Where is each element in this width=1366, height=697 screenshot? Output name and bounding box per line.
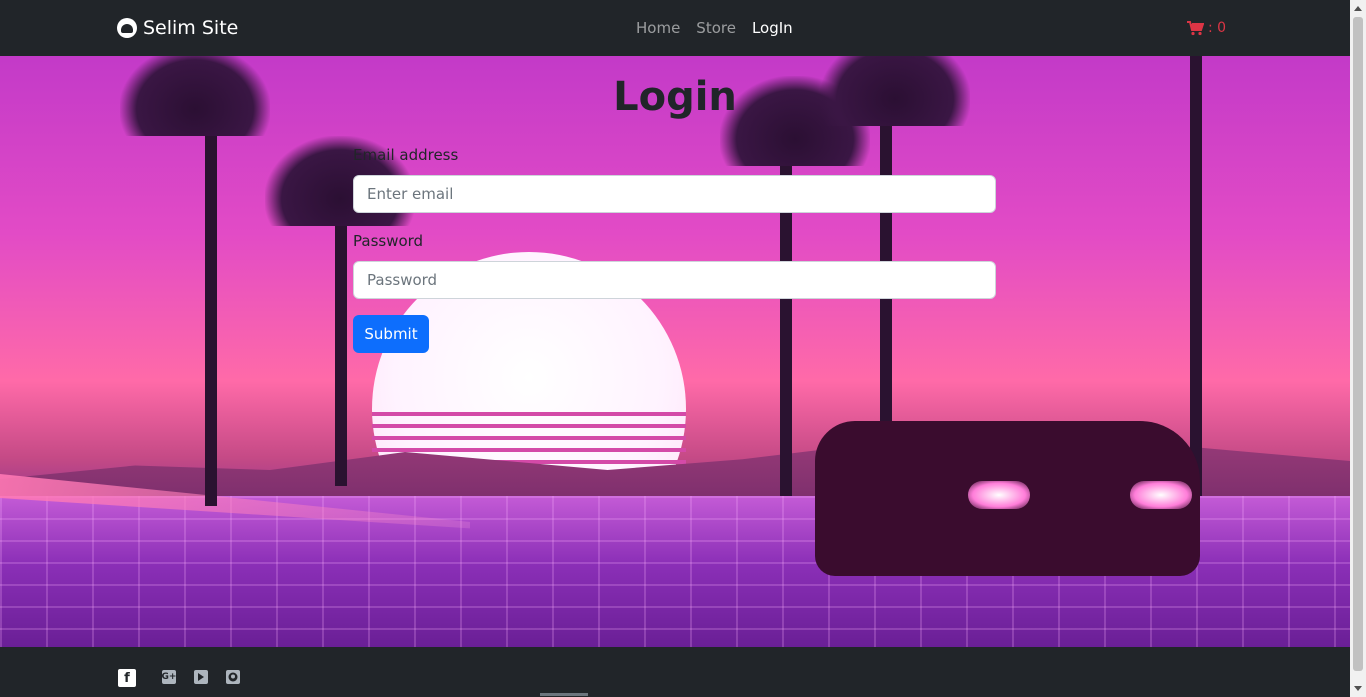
play-glyph bbox=[198, 673, 204, 681]
youtube-icon[interactable] bbox=[194, 670, 208, 684]
email-input[interactable] bbox=[353, 175, 996, 213]
page-title: Login bbox=[613, 74, 737, 120]
nav-home-link[interactable]: Home bbox=[636, 19, 680, 37]
shopping-cart-icon bbox=[1187, 20, 1204, 35]
password-input[interactable] bbox=[353, 261, 996, 299]
facebook-icon[interactable]: f bbox=[118, 669, 136, 687]
cart-count: : 0 bbox=[1208, 20, 1227, 36]
navbar: Selim Site Home Store LogIn : 0 bbox=[0, 0, 1350, 56]
scroll-down-arrow-icon[interactable] bbox=[1354, 686, 1362, 691]
nav-store-link[interactable]: Store bbox=[696, 19, 736, 37]
car-tail-light bbox=[968, 481, 1030, 509]
nav-links: Home Store LogIn bbox=[636, 19, 793, 37]
brand-logo-icon bbox=[117, 18, 137, 38]
footer: f G+ bbox=[0, 647, 1350, 697]
brand-link[interactable]: Selim Site bbox=[117, 17, 238, 39]
hero-background-image bbox=[0, 56, 1350, 647]
google-plus-icon[interactable]: G+ bbox=[162, 670, 176, 684]
scrollbar[interactable] bbox=[1350, 0, 1366, 697]
palm-trunk bbox=[1190, 56, 1202, 496]
github-glyph bbox=[228, 672, 238, 682]
brand-name: Selim Site bbox=[143, 17, 239, 39]
submit-button[interactable]: Submit bbox=[353, 315, 429, 353]
palm-trunk bbox=[205, 76, 217, 506]
email-label: Email address bbox=[353, 146, 459, 164]
github-icon[interactable] bbox=[226, 670, 240, 684]
car-tail-light bbox=[1130, 481, 1192, 509]
password-label: Password bbox=[353, 232, 424, 250]
nav-login-link[interactable]: LogIn bbox=[752, 19, 793, 37]
scroll-up-arrow-icon[interactable] bbox=[1354, 6, 1362, 11]
footer-divider bbox=[540, 693, 588, 696]
cart-link[interactable]: : 0 bbox=[1187, 20, 1226, 36]
scroll-thumb[interactable] bbox=[1353, 17, 1363, 671]
